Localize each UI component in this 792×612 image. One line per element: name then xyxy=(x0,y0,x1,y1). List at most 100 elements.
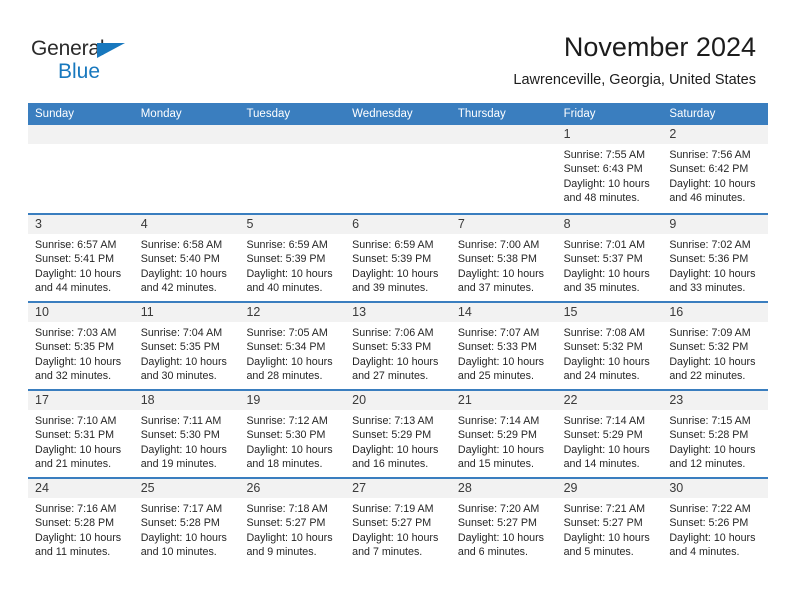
day-cell-29[interactable]: 29 Sunrise: 7:21 AM Sunset: 5:27 PM Dayligh… xyxy=(556,479,663,565)
day-detail-line: Sunrise: 7:06 AM xyxy=(352,327,434,339)
day-detail-line: and 21 minutes. xyxy=(35,457,112,470)
day-cell-28[interactable]: 28 Sunrise: 7:20 AM Sunset: 5:27 PM Dayligh… xyxy=(450,479,557,565)
day-detail-line: Daylight: 10 hours xyxy=(457,267,545,280)
day-detail-line: Sunrise: 7:07 AM xyxy=(457,327,540,339)
day-cell-15[interactable]: 15 Sunrise: 7:08 AM Sunset: 5:32 PM Dayligh… xyxy=(556,303,663,389)
day-cell-10[interactable]: 10 Sunrise: 7:03 AM Sunset: 5:35 PM Dayligh… xyxy=(28,303,134,389)
day-cell-23[interactable]: 23 Sunrise: 7:15 AM Sunset: 5:28 PM Dayligh… xyxy=(662,391,769,477)
logo-text-general: General xyxy=(31,37,105,60)
weekday-header-sunday: Sunday xyxy=(35,108,75,120)
day-detail-line: Daylight: 10 hours xyxy=(35,531,122,544)
day-number-band: 10 xyxy=(28,303,134,322)
day-detail-body: Sunrise: 7:17 AM Sunset: 5:28 PM Daylight:… xyxy=(134,498,240,559)
day-number: 26 xyxy=(246,481,261,495)
day-cell-27[interactable]: 27 Sunrise: 7:19 AM Sunset: 5:27 PM Dayligh… xyxy=(345,479,451,565)
day-detail-body: Sunrise: 7:09 AM Sunset: 5:32 PM Daylight:… xyxy=(662,322,768,383)
day-detail-line: and 4 minutes. xyxy=(669,545,740,558)
day-cell-20[interactable]: 20 Sunrise: 7:13 AM Sunset: 5:29 PM Dayligh… xyxy=(345,391,451,477)
day-detail-line: Sunset: 5:27 PM xyxy=(457,517,537,530)
day-cell-4[interactable]: 4 Sunrise: 6:58 AM Sunset: 5:40 PM Daylight… xyxy=(133,215,240,301)
weekday-header-monday: Monday xyxy=(140,108,182,120)
day-detail-body: Sunrise: 7:08 AM Sunset: 5:32 PM Daylight:… xyxy=(557,322,663,383)
day-detail-line: Sunrise: 7:11 AM xyxy=(140,415,222,427)
day-cell-9[interactable]: 9 Sunrise: 7:02 AM Sunset: 5:36 PM Daylight… xyxy=(662,215,769,301)
day-detail-line: Sunset: 5:30 PM xyxy=(246,429,326,442)
day-detail-line: and 39 minutes. xyxy=(352,281,429,294)
day-detail-line: Sunrise: 7:09 AM xyxy=(669,327,751,339)
day-cell-25[interactable]: 25 Sunrise: 7:17 AM Sunset: 5:28 PM Dayligh… xyxy=(133,479,240,565)
day-detail-line: Sunrise: 6:59 AM xyxy=(352,239,434,251)
day-cell-18[interactable]: 18 Sunrise: 7:11 AM Sunset: 5:30 PM Dayligh… xyxy=(133,391,240,477)
logo-triangle-icon xyxy=(97,43,125,58)
day-cell-8[interactable]: 8 Sunrise: 7:01 AM Sunset: 5:37 PM Daylight… xyxy=(556,215,663,301)
day-detail-line: and 30 minutes. xyxy=(140,369,217,382)
day-number-band: 19 xyxy=(239,391,346,410)
day-detail-body: Sunrise: 7:06 AM Sunset: 5:33 PM Daylight:… xyxy=(345,322,451,383)
day-cell-3[interactable]: 3 Sunrise: 6:57 AM Sunset: 5:41 PM Daylight… xyxy=(28,215,134,301)
day-detail-line: and 46 minutes. xyxy=(669,191,746,204)
day-cell-30[interactable]: 30 Sunrise: 7:22 AM Sunset: 5:26 PM Dayligh… xyxy=(662,479,769,565)
day-detail-line: Sunrise: 7:18 AM xyxy=(246,503,328,515)
day-detail-line: Sunrise: 7:10 AM xyxy=(35,415,117,427)
day-detail-line: Sunrise: 7:04 AM xyxy=(140,327,223,339)
day-detail-line: Daylight: 10 hours xyxy=(457,443,545,456)
day-cell-12[interactable]: 12 Sunrise: 7:05 AM Sunset: 5:34 PM Dayligh… xyxy=(239,303,346,389)
day-detail-line: Sunset: 5:39 PM xyxy=(246,253,326,266)
day-cell-2[interactable]: 2 Sunrise: 7:56 AM Sunset: 6:42 PM Daylight… xyxy=(662,125,769,213)
day-detail-line: and 25 minutes. xyxy=(457,369,534,382)
day-detail-body: Sunrise: 7:12 AM Sunset: 5:30 PM Daylight:… xyxy=(239,410,345,471)
day-number: 3 xyxy=(35,217,42,231)
day-number-band: 4 xyxy=(133,215,240,234)
day-detail-line: and 37 minutes. xyxy=(457,281,534,294)
day-detail-line: and 11 minutes. xyxy=(35,545,111,558)
day-number: 16 xyxy=(669,305,684,319)
day-detail-line: Sunset: 5:28 PM xyxy=(669,429,749,442)
day-cell-14[interactable]: 14 Sunrise: 7:07 AM Sunset: 5:33 PM Dayligh… xyxy=(450,303,557,389)
day-number: 11 xyxy=(140,305,154,319)
day-detail-line: Sunset: 5:37 PM xyxy=(563,253,643,266)
day-detail-line: Sunset: 5:38 PM xyxy=(457,253,537,266)
day-number: 6 xyxy=(352,217,360,231)
day-number-band: 2 xyxy=(662,125,769,144)
day-cell-5[interactable]: 5 Sunrise: 6:59 AM Sunset: 5:39 PM Daylight… xyxy=(239,215,346,301)
weekday-header-friday: Friday xyxy=(563,108,596,120)
day-detail-line: Daylight: 10 hours xyxy=(352,531,439,544)
day-detail-line: Sunset: 5:31 PM xyxy=(35,429,115,442)
day-detail-line: Daylight: 10 hours xyxy=(140,443,227,456)
day-detail-body: Sunrise: 7:55 AM Sunset: 6:43 PM Daylight:… xyxy=(557,144,663,205)
day-cell-empty xyxy=(450,125,557,213)
day-cell-26[interactable]: 26 Sunrise: 7:18 AM Sunset: 5:27 PM Dayligh… xyxy=(239,479,346,565)
calendar-week-row: 17 Sunrise: 7:10 AM Sunset: 5:31 PM Dayligh… xyxy=(28,389,769,477)
day-detail-line: and 16 minutes. xyxy=(352,457,429,470)
day-cell-6[interactable]: 6 Sunrise: 6:59 AM Sunset: 5:39 PM Daylight… xyxy=(345,215,451,301)
day-detail-body: Sunrise: 7:18 AM Sunset: 5:27 PM Daylight:… xyxy=(239,498,345,559)
day-detail-line: and 15 minutes. xyxy=(457,457,534,470)
day-detail-line: and 5 minutes. xyxy=(563,545,634,558)
day-number-band: 1 xyxy=(556,125,663,144)
day-detail-line: Sunset: 5:39 PM xyxy=(352,253,432,266)
day-number-band: 22 xyxy=(556,391,663,410)
day-cell-13[interactable]: 13 Sunrise: 7:06 AM Sunset: 5:33 PM Dayligh… xyxy=(345,303,451,389)
day-detail-line: Sunset: 5:36 PM xyxy=(669,253,749,266)
day-detail-line: Daylight: 10 hours xyxy=(140,531,227,544)
day-cell-24[interactable]: 24 Sunrise: 7:16 AM Sunset: 5:28 PM Dayligh… xyxy=(28,479,134,565)
day-cell-19[interactable]: 19 Sunrise: 7:12 AM Sunset: 5:30 PM Dayligh… xyxy=(239,391,346,477)
day-cell-22[interactable]: 22 Sunrise: 7:14 AM Sunset: 5:29 PM Dayligh… xyxy=(556,391,663,477)
day-cell-1[interactable]: 1 Sunrise: 7:55 AM Sunset: 6:43 PM Daylight… xyxy=(556,125,663,213)
day-cell-21[interactable]: 21 Sunrise: 7:14 AM Sunset: 5:29 PM Dayligh… xyxy=(450,391,557,477)
day-number-band: 23 xyxy=(662,391,769,410)
day-detail-line: Daylight: 10 hours xyxy=(246,267,333,280)
day-cell-11[interactable]: 11 Sunrise: 7:04 AM Sunset: 5:35 PM Dayligh… xyxy=(133,303,240,389)
general-blue-logo[interactable]: General Blue xyxy=(31,38,151,84)
day-cell-7[interactable]: 7 Sunrise: 7:00 AM Sunset: 5:38 PM Daylight… xyxy=(450,215,557,301)
day-detail-line: Daylight: 10 hours xyxy=(140,355,227,368)
day-cell-16[interactable]: 16 Sunrise: 7:09 AM Sunset: 5:32 PM Dayligh… xyxy=(662,303,769,389)
day-detail-body xyxy=(239,144,345,148)
day-detail-line: Sunset: 5:29 PM xyxy=(352,429,432,442)
day-number-band: 26 xyxy=(239,479,346,498)
day-number-band xyxy=(345,125,451,144)
day-number-band: 3 xyxy=(28,215,134,234)
day-detail-line: Daylight: 10 hours xyxy=(563,267,650,280)
day-cell-17[interactable]: 17 Sunrise: 7:10 AM Sunset: 5:31 PM Dayligh… xyxy=(28,391,134,477)
calendar-week-row: 24 Sunrise: 7:16 AM Sunset: 5:28 PM Dayligh… xyxy=(28,477,769,565)
